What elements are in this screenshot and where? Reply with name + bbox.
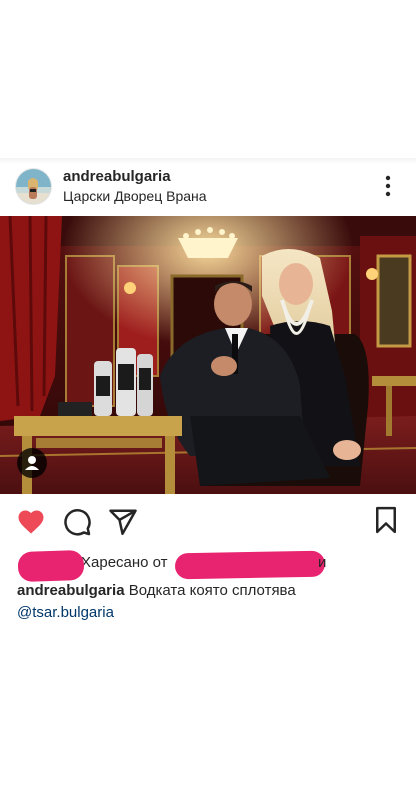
caption-username[interactable]: andreabulgaria xyxy=(17,582,125,599)
post-caption: andreabulgaria Водката която сплотява xyxy=(17,582,296,599)
like-heart-icon[interactable] xyxy=(16,507,46,537)
more-options-icon[interactable] xyxy=(376,174,400,198)
bookmark-icon[interactable] xyxy=(371,505,401,535)
feed-divider xyxy=(0,158,416,164)
likes-prefix: Харесано от xyxy=(81,554,168,571)
profile-avatar[interactable] xyxy=(16,169,51,204)
likes-suffix[interactable]: и xyxy=(318,554,326,571)
cropped-comments-link[interactable] xyxy=(17,628,197,634)
post-location[interactable]: Царски Дворец Врана xyxy=(63,188,207,204)
comment-icon[interactable] xyxy=(62,507,92,537)
send-icon[interactable] xyxy=(108,507,138,537)
caption-mention-link[interactable]: @tsar.bulgaria xyxy=(17,604,114,621)
post-photo[interactable] xyxy=(0,216,416,494)
redaction-mark xyxy=(174,550,326,580)
caption-text: Водката която сплотява xyxy=(128,582,296,599)
user-tag-icon[interactable] xyxy=(17,448,47,478)
post-username[interactable]: andreabulgaria xyxy=(63,168,171,185)
redaction-mark xyxy=(17,549,85,583)
